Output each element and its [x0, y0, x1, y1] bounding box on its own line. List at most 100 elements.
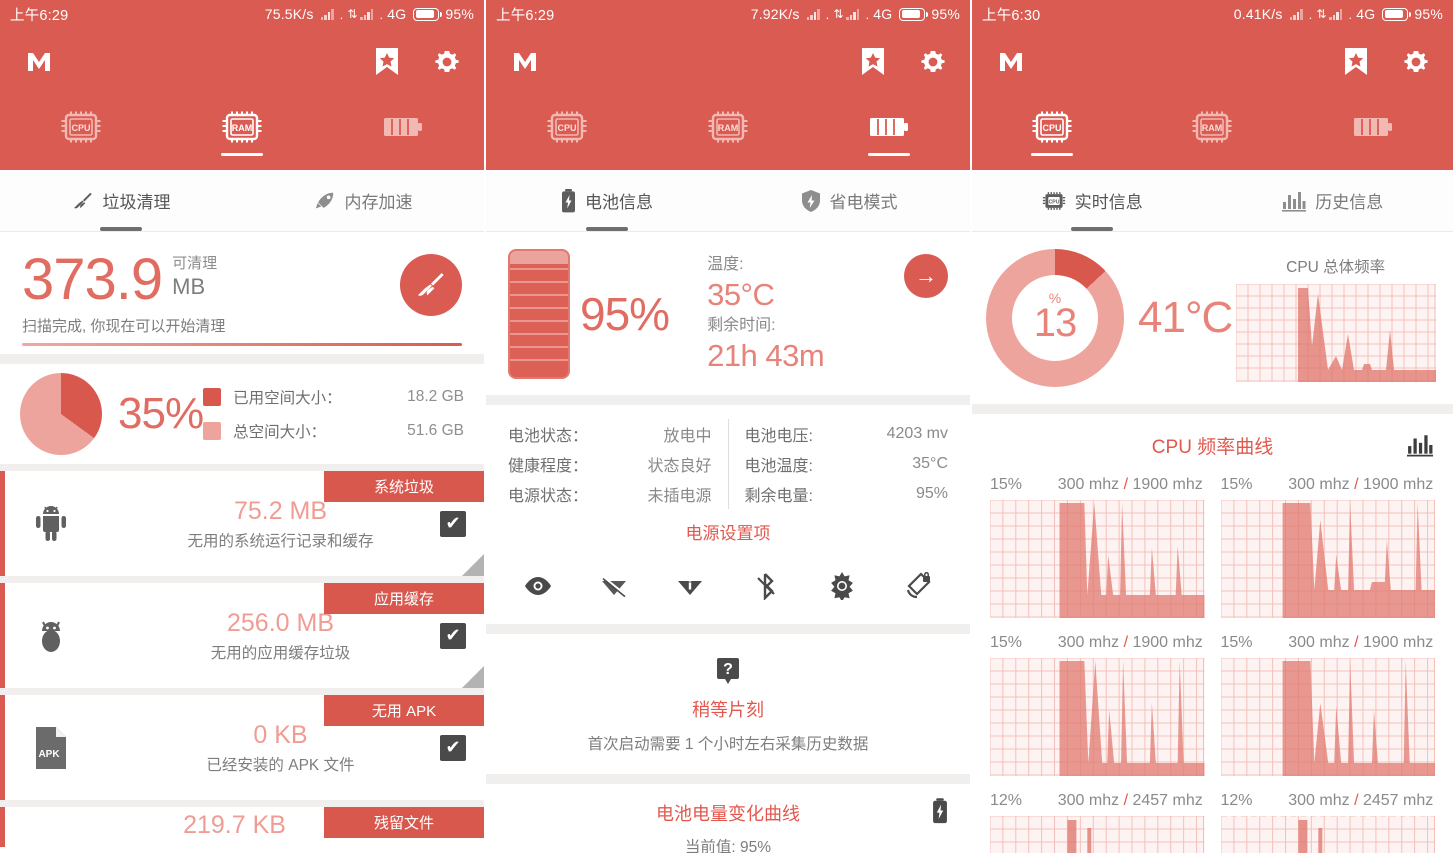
segment-tabs: CPU RAM	[0, 96, 484, 156]
segment-tab-cpu[interactable]: CPU	[972, 96, 1132, 156]
tab-history-info[interactable]: 历史信息	[1213, 170, 1453, 231]
core-freq-chart	[1220, 816, 1435, 853]
legend-row-total: 总空间大小： 51.6 GB	[203, 414, 464, 448]
svg-text:RAM: RAM	[718, 123, 739, 133]
separator-dot-2: .	[379, 6, 384, 22]
cpu-temperature: 41°C	[1138, 293, 1233, 342]
power-settings-title[interactable]: 电源设置项	[508, 509, 948, 548]
gear-icon[interactable]	[432, 47, 462, 77]
core-current-freq: 300 mhz	[1057, 476, 1120, 493]
segment-tab-ram[interactable]: RAM	[647, 96, 808, 156]
wifi-off-icon[interactable]	[592, 564, 636, 608]
gear-icon[interactable]	[918, 47, 948, 77]
junk-checkbox[interactable]: ✔	[440, 734, 466, 761]
bookmark-star-icon[interactable]	[1343, 47, 1369, 77]
history-title: 稍等片刻	[692, 700, 764, 720]
start-clean-button[interactable]	[400, 254, 462, 316]
section-divider	[486, 624, 970, 634]
battery-curve-current: 当前值: 95%	[684, 839, 772, 853]
detail-value: 4203 mv	[886, 425, 948, 442]
three-panel-screenshot: 上午6:29 75.5K/s . ⇅ . 4G 95% CPU RAM 垃圾清理…	[0, 0, 1453, 853]
legend-value-total: 51.6 GB	[407, 422, 464, 439]
gear-icon[interactable]	[1401, 47, 1431, 77]
panel-cpu-realtime: 上午6:30 0.41K/s . ⇅ . 4G 95% CPU RAM CPU …	[972, 0, 1453, 853]
wifi-icon[interactable]	[668, 564, 712, 608]
expand-corner-icon[interactable]	[462, 666, 484, 688]
signal-bars-2-icon	[1329, 8, 1344, 20]
power-settings-icons	[486, 554, 970, 624]
tab-battery-info[interactable]: 电池信息	[486, 170, 728, 231]
tab-power-save[interactable]: 省电模式	[728, 170, 970, 231]
signal-bars-icon	[806, 8, 822, 20]
junk-checkbox[interactable]: ✔	[440, 510, 466, 537]
battery-bolt-icon[interactable]	[932, 798, 948, 824]
segment-tab-battery[interactable]	[809, 96, 970, 156]
junk-list-item-residual[interactable]: 219.7 KB 残留文件 资源	[0, 807, 484, 847]
segment-tab-battery[interactable]	[323, 96, 484, 156]
tab-battery-info-label: 电池信息	[585, 193, 653, 212]
battery-details: 电池状态： 放电中 健康程度： 状态良好 电源状态： 未插电源 电池电压: 4203 m…	[486, 405, 970, 554]
junk-list-item-appcache[interactable]: 256.0 MB 无用的应用缓存垃圾 应用缓存 ✔	[0, 583, 484, 688]
bookmark-star-icon[interactable]	[374, 47, 400, 77]
segment-tab-ram[interactable]: RAM	[161, 96, 322, 156]
segment-tab-ram[interactable]: RAM	[1132, 96, 1292, 156]
segment-underline	[546, 153, 588, 156]
core-current-freq: 300 mhz	[1288, 634, 1350, 651]
junk-list-item-apk[interactable]: APK 0 KB 已经安装的 APK 文件 无用 APK ✔	[0, 695, 484, 800]
clean-status-message: 扫描完成, 你现在可以开始清理	[22, 318, 226, 336]
cpu-chip-icon: CPU	[1042, 190, 1066, 212]
core-max-freq: 2457 mhz	[1362, 792, 1434, 809]
bar-chart-icon	[1282, 190, 1307, 212]
legend-value-used: 18.2 GB	[407, 388, 464, 405]
tab-memory-boost[interactable]: 内存加速	[242, 170, 484, 231]
status-bar: 上午6:30 0.41K/s . ⇅ . 4G 95%	[972, 0, 1453, 28]
junk-category-tag: 应用缓存	[324, 583, 484, 614]
brightness-icon[interactable]	[820, 564, 864, 608]
bar-chart-icon[interactable]	[1407, 433, 1433, 457]
detail-row: 电池状态： 放电中	[508, 419, 712, 449]
expand-corner-icon[interactable]	[462, 554, 484, 576]
segment-tab-battery[interactable]	[1293, 96, 1453, 156]
status-time: 上午6:30	[982, 7, 1041, 24]
arrow-right-icon[interactable]: →	[904, 254, 948, 298]
segment-tab-cpu[interactable]: CPU	[486, 96, 647, 156]
section-divider	[486, 395, 970, 405]
tab-indicator	[100, 227, 142, 231]
detail-value: 放电中	[663, 428, 712, 445]
eye-icon[interactable]	[516, 564, 560, 608]
detail-key: 电池状态：	[508, 428, 589, 445]
status-time: 上午6:29	[496, 7, 555, 24]
question-bubble-icon: ?	[713, 656, 743, 686]
core-freq-chart	[990, 500, 1205, 618]
ram-chip-icon: RAM	[221, 108, 263, 146]
tab-junk-clean[interactable]: 垃圾清理	[0, 170, 242, 231]
tab-realtime-info[interactable]: CPU 实时信息	[972, 170, 1213, 231]
segment-underline	[1352, 153, 1394, 156]
sub-tabs: CPU 实时信息 历史信息	[972, 170, 1453, 232]
cpu-curve-header: CPU 频率曲线	[972, 414, 1453, 476]
svg-text:CPU: CPU	[1048, 199, 1059, 205]
rotation-lock-icon[interactable]	[896, 564, 940, 608]
broom-icon	[72, 190, 94, 212]
separator-dot-2: .	[1348, 6, 1353, 22]
cpu-overall-freq-title: CPU 总体频率	[1286, 258, 1386, 276]
clean-summary-card: 373.9 可清理 MB 扫描完成, 你现在可以开始清理	[0, 232, 484, 354]
status-battery-icon	[899, 7, 929, 21]
bookmark-star-icon[interactable]	[860, 47, 886, 77]
storage-percent: 35%	[118, 389, 204, 438]
history-subtitle: 首次启动需要 1 个小时左右采集历史数据	[587, 736, 869, 753]
junk-checkbox[interactable]: ✔	[440, 622, 466, 649]
status-network-type: 4G	[1356, 6, 1376, 22]
junk-list-item-system[interactable]: 75.2 MB 无用的系统运行记录和缓存 系统垃圾 ✔	[0, 471, 484, 576]
core-freq-chart	[990, 658, 1205, 776]
cpu-core-1: 15% 300 mhz / 1900 mhz	[982, 476, 1213, 634]
detail-key: 剩余电量:	[744, 488, 813, 505]
tab-junk-clean-label: 垃圾清理	[102, 193, 171, 212]
cpu-usage-card: % 13 41°C CPU 总体频率	[972, 232, 1453, 404]
status-battery-pct: 95%	[1414, 6, 1443, 22]
bluetooth-off-icon[interactable]	[744, 564, 788, 608]
segment-tab-cpu[interactable]: CPU	[0, 96, 161, 156]
signal-bars-2-icon	[360, 8, 375, 20]
junk-overlay-label: 资源	[288, 817, 319, 834]
app-bar: CPU RAM	[972, 28, 1453, 170]
